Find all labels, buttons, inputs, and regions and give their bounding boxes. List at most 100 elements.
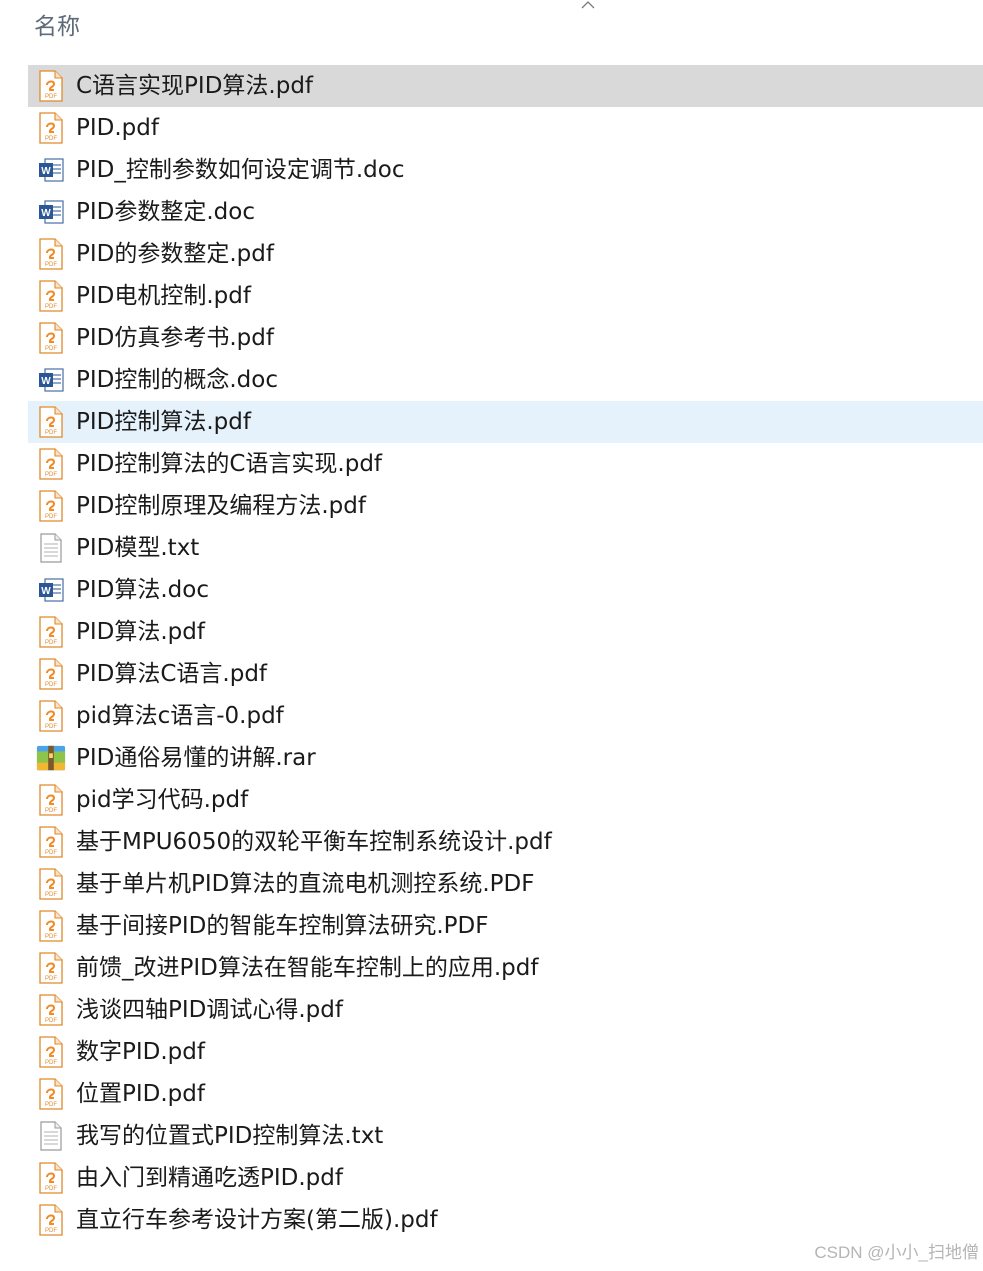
- file-name: pid学习代码.pdf: [76, 787, 249, 813]
- word-document-icon: W: [36, 573, 66, 607]
- file-row[interactable]: PDF PID的参数整定.pdf: [28, 233, 983, 275]
- file-name: C语言实现PID算法.pdf: [76, 73, 314, 99]
- svg-text:PDF: PDF: [45, 262, 57, 268]
- file-row[interactable]: PDF pid学习代码.pdf: [28, 779, 983, 821]
- pdf-file-icon: PDF: [36, 1161, 66, 1195]
- column-header-bar[interactable]: 名称: [0, 0, 983, 50]
- file-name: 基于间接PID的智能车控制算法研究.PDF: [76, 913, 489, 939]
- svg-text:PDF: PDF: [45, 514, 57, 520]
- file-name: PID仿真参考书.pdf: [76, 325, 274, 351]
- svg-text:PDF: PDF: [45, 94, 57, 100]
- text-file-icon: [36, 1119, 66, 1153]
- file-name: 位置PID.pdf: [76, 1081, 205, 1107]
- file-name: PID电机控制.pdf: [76, 283, 251, 309]
- svg-text:PDF: PDF: [45, 1186, 57, 1192]
- svg-text:PDF: PDF: [45, 472, 57, 478]
- file-name: pid算法c语言-0.pdf: [76, 703, 284, 729]
- file-row[interactable]: PDF 基于MPU6050的双轮平衡车控制系统设计.pdf: [28, 821, 983, 863]
- file-row[interactable]: PDF PID.pdf: [28, 107, 983, 149]
- file-name: 由入门到精通吃透PID.pdf: [76, 1165, 343, 1191]
- file-name: PID_控制参数如何设定调节.doc: [76, 157, 405, 183]
- file-name: 直立行车参考设计方案(第二版).pdf: [76, 1207, 438, 1233]
- chevron-up-icon: [581, 1, 595, 9]
- file-row[interactable]: W PID控制的概念.doc: [28, 359, 983, 401]
- word-document-icon: W: [36, 153, 66, 187]
- pdf-file-icon: PDF: [36, 405, 66, 439]
- file-name: PID控制的概念.doc: [76, 367, 278, 393]
- file-name: 前馈_改进PID算法在智能车控制上的应用.pdf: [76, 955, 539, 981]
- file-row[interactable]: W PID算法.doc: [28, 569, 983, 611]
- pdf-file-icon: PDF: [36, 1077, 66, 1111]
- file-row[interactable]: PDF 由入门到精通吃透PID.pdf: [28, 1157, 983, 1199]
- file-name: PID控制算法的C语言实现.pdf: [76, 451, 383, 477]
- file-name: PID算法.pdf: [76, 619, 205, 645]
- pdf-file-icon: PDF: [36, 699, 66, 733]
- name-column-header[interactable]: 名称: [34, 12, 80, 42]
- file-row[interactable]: PID通俗易懂的讲解.rar: [28, 737, 983, 779]
- svg-text:PDF: PDF: [45, 1060, 57, 1066]
- pdf-file-icon: PDF: [36, 279, 66, 313]
- file-name: PID模型.txt: [76, 535, 200, 561]
- pdf-file-icon: PDF: [36, 657, 66, 691]
- pdf-file-icon: PDF: [36, 825, 66, 859]
- svg-text:PDF: PDF: [45, 136, 57, 142]
- pdf-file-icon: PDF: [36, 237, 66, 271]
- svg-text:PDF: PDF: [45, 934, 57, 940]
- svg-text:PDF: PDF: [45, 1102, 57, 1108]
- svg-text:PDF: PDF: [45, 1018, 57, 1024]
- file-row[interactable]: PDF PID算法.pdf: [28, 611, 983, 653]
- svg-text:PDF: PDF: [45, 808, 57, 814]
- pdf-file-icon: PDF: [36, 993, 66, 1027]
- file-row[interactable]: PDF PID控制原理及编程方法.pdf: [28, 485, 983, 527]
- file-row[interactable]: PDF C语言实现PID算法.pdf: [28, 65, 983, 107]
- file-name: PID.pdf: [76, 115, 159, 141]
- file-row[interactable]: PDF 浅谈四轴PID调试心得.pdf: [28, 989, 983, 1031]
- file-row[interactable]: PDF 直立行车参考设计方案(第二版).pdf: [28, 1199, 983, 1241]
- pdf-file-icon: PDF: [36, 951, 66, 985]
- svg-text:PDF: PDF: [45, 682, 57, 688]
- file-row[interactable]: PDF 位置PID.pdf: [28, 1073, 983, 1115]
- file-name: 我写的位置式PID控制算法.txt: [76, 1123, 384, 1149]
- pdf-file-icon: PDF: [36, 867, 66, 901]
- file-row[interactable]: W PID_控制参数如何设定调节.doc: [28, 149, 983, 191]
- file-row[interactable]: PDF PID控制算法.pdf: [28, 401, 983, 443]
- word-document-icon: W: [36, 195, 66, 229]
- file-row[interactable]: PDF 前馈_改进PID算法在智能车控制上的应用.pdf: [28, 947, 983, 989]
- file-list: PDF C语言实现PID算法.pdf PDF PID.pdf W PID_控制参数如何设定…: [28, 65, 983, 1241]
- word-document-icon: W: [36, 363, 66, 397]
- pdf-file-icon: PDF: [36, 111, 66, 145]
- file-name: PID算法C语言.pdf: [76, 661, 268, 687]
- file-row[interactable]: PDF 基于单片机PID算法的直流电机测控系统.PDF: [28, 863, 983, 905]
- svg-text:PDF: PDF: [45, 430, 57, 436]
- file-row[interactable]: PDF PID电机控制.pdf: [28, 275, 983, 317]
- file-row[interactable]: W PID参数整定.doc: [28, 191, 983, 233]
- file-name: PID的参数整定.pdf: [76, 241, 274, 267]
- file-row[interactable]: PDF PID仿真参考书.pdf: [28, 317, 983, 359]
- svg-text:PDF: PDF: [45, 892, 57, 898]
- file-name: 基于MPU6050的双轮平衡车控制系统设计.pdf: [76, 829, 552, 855]
- file-name: PID参数整定.doc: [76, 199, 255, 225]
- file-name: PID通俗易懂的讲解.rar: [76, 745, 316, 771]
- pdf-file-icon: PDF: [36, 489, 66, 523]
- file-row[interactable]: PDF pid算法c语言-0.pdf: [28, 695, 983, 737]
- file-row[interactable]: 我写的位置式PID控制算法.txt: [28, 1115, 983, 1157]
- pdf-file-icon: PDF: [36, 1035, 66, 1069]
- pdf-file-icon: PDF: [36, 447, 66, 481]
- svg-text:PDF: PDF: [45, 640, 57, 646]
- file-row[interactable]: PDF PID算法C语言.pdf: [28, 653, 983, 695]
- pdf-file-icon: PDF: [36, 909, 66, 943]
- svg-text:PDF: PDF: [45, 304, 57, 310]
- file-row[interactable]: PDF PID控制算法的C语言实现.pdf: [28, 443, 983, 485]
- file-row[interactable]: PDF 数字PID.pdf: [28, 1031, 983, 1073]
- svg-text:PDF: PDF: [45, 976, 57, 982]
- file-name: PID算法.doc: [76, 577, 209, 603]
- svg-text:PDF: PDF: [45, 1228, 57, 1234]
- csdn-watermark: CSDN @小小_扫地僧: [814, 1243, 979, 1262]
- file-row[interactable]: PDF 基于间接PID的智能车控制算法研究.PDF: [28, 905, 983, 947]
- pdf-file-icon: PDF: [36, 1203, 66, 1237]
- file-name: 基于单片机PID算法的直流电机测控系统.PDF: [76, 871, 535, 897]
- archive-file-icon: [36, 741, 66, 775]
- file-row[interactable]: PID模型.txt: [28, 527, 983, 569]
- file-name: PID控制原理及编程方法.pdf: [76, 493, 366, 519]
- pdf-file-icon: PDF: [36, 615, 66, 649]
